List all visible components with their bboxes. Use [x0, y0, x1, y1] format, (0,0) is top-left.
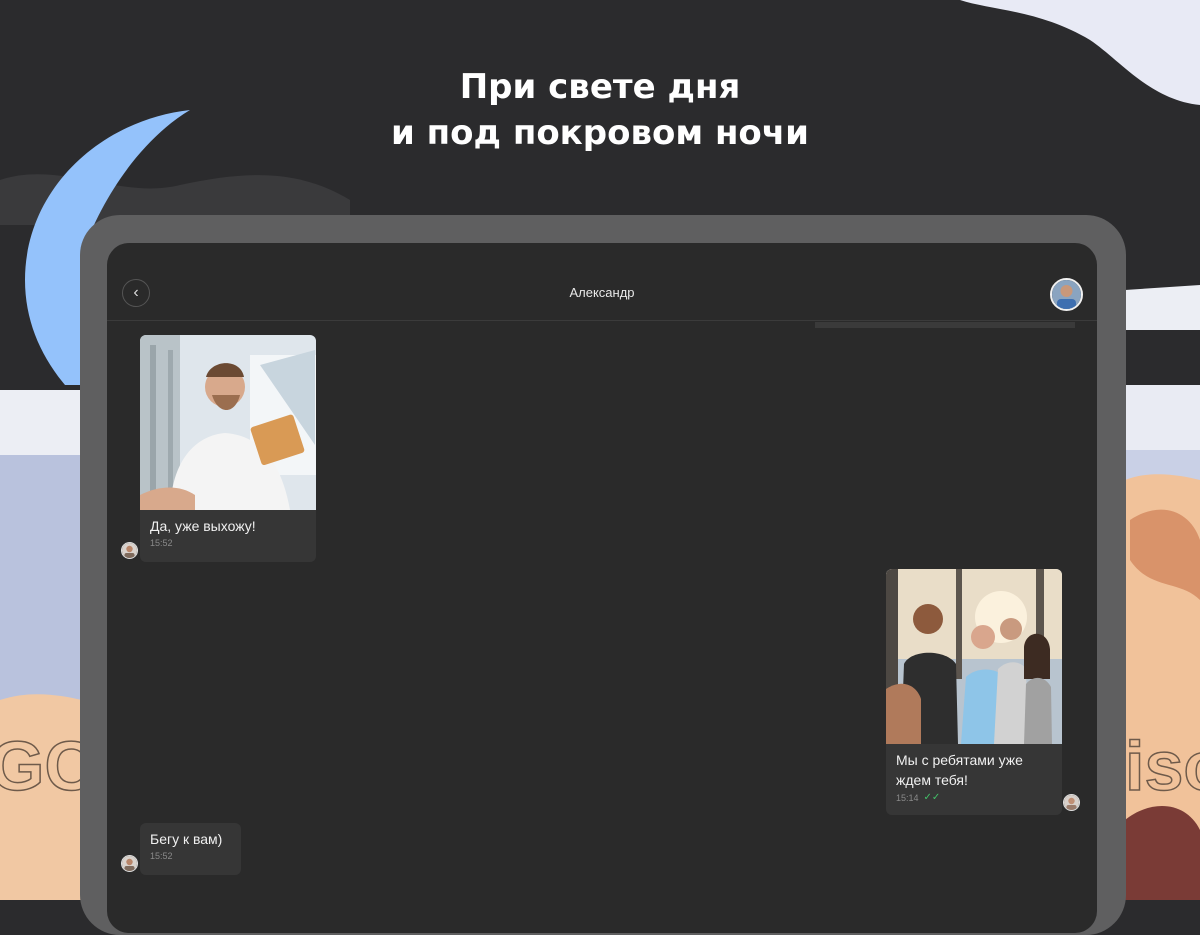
chat-header: ‹ Александр [107, 243, 1097, 321]
headline-line-1: При свете дня [459, 67, 741, 107]
sender-avatar[interactable] [121, 855, 138, 872]
chat-title: Александр [569, 285, 635, 300]
message-time-value: 15:52 [150, 538, 173, 548]
message-time: 15:52 [140, 536, 316, 548]
message-time: 15:52 [140, 849, 241, 861]
message-photo [886, 569, 1062, 744]
message-bubble-incoming[interactable]: Бегу к вам) 15:52 [140, 823, 241, 875]
avatar-image [122, 543, 137, 558]
contact-avatar[interactable] [1050, 278, 1083, 311]
message-bubble-outgoing[interactable]: Мы с ребятами уже ждем тебя! 15:14 ✓✓ [886, 569, 1062, 815]
chat-screen: ‹ Александр Да, уже выхожу! 15:52 Мы с р… [107, 243, 1097, 933]
message-time-value: 15:14 [896, 792, 919, 803]
message-time: 15:14 ✓✓ [886, 790, 1062, 803]
promo-headline: При свете дня и под покровом ночи [0, 64, 1200, 156]
sky-shape [0, 455, 82, 705]
message-text: Да, уже выхожу! [150, 518, 256, 534]
avatar-image [1052, 280, 1081, 309]
double-check-icon: ✓✓ [923, 792, 941, 803]
cloud-shape [1125, 385, 1200, 450]
message-photo [140, 335, 316, 510]
message-text: Бегу к вам) [150, 831, 223, 847]
sender-avatar[interactable] [121, 542, 138, 559]
background-lettering: iso [1125, 727, 1200, 805]
message-text: Мы с ребятами уже ждем тебя! [896, 752, 1023, 788]
own-avatar[interactable] [1063, 794, 1080, 811]
avatar-image [1064, 795, 1079, 810]
header-scroll-indicator [815, 322, 1075, 328]
message-bubble-incoming[interactable]: Да, уже выхожу! 15:52 [140, 335, 316, 562]
cloud-shape [1125, 285, 1200, 330]
headline-line-2: и под покровом ночи [391, 113, 809, 153]
message-time-value: 15:52 [150, 851, 173, 861]
sand-shape [1125, 806, 1200, 900]
avatar-image [122, 856, 137, 871]
cloud-shape [0, 390, 82, 460]
